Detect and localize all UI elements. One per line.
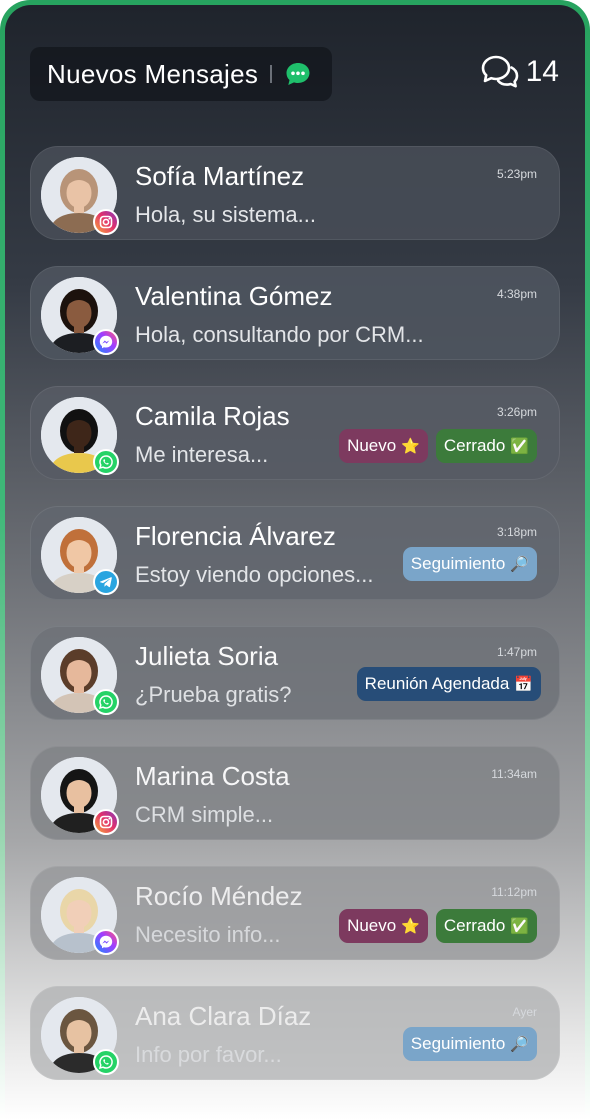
header-divider (270, 65, 273, 83)
conversation-tags: Seguimiento 🔎 (402, 547, 537, 581)
tag-emoji: ✅ (510, 437, 529, 455)
conversation-card[interactable]: Julieta Soria ¿Prueba gratis? 1:47pm Reu… (30, 626, 560, 720)
contact-avatar[interactable] (41, 277, 119, 355)
message-time: 3:18pm (496, 525, 537, 539)
tag-label: Reunión Agendada (364, 674, 510, 693)
tag-label: Seguimiento (410, 554, 506, 573)
contact-avatar[interactable] (41, 517, 119, 595)
conversation-card[interactable]: Sofía Martínez Hola, su sistema... 5:23p… (30, 146, 560, 240)
conversation-tags: Reunión Agendada 📅 (356, 667, 541, 701)
tag-reunion[interactable]: Reunión Agendada 📅 (356, 667, 541, 701)
tag-label: Nuevo (347, 436, 397, 455)
contact-avatar[interactable] (41, 157, 119, 235)
tag-label: Nuevo (347, 916, 397, 935)
contact-avatar[interactable] (41, 637, 119, 715)
contact-name: Florencia Álvarez (135, 521, 336, 551)
messenger-icon (93, 929, 119, 955)
message-counter[interactable]: 14 (480, 53, 559, 91)
contact-avatar[interactable] (41, 877, 119, 955)
instagram-icon (93, 809, 119, 835)
tag-emoji: ⭐ (401, 437, 420, 455)
message-time: 1:47pm (496, 645, 537, 659)
tag-emoji: ⭐ (401, 917, 420, 935)
contact-avatar[interactable] (41, 997, 119, 1075)
message-preview: Estoy viendo opciones... (135, 562, 374, 587)
message-preview: Necesito info... (135, 922, 281, 947)
message-time: 4:38pm (496, 287, 537, 301)
conversation-card[interactable]: Valentina Gómez Hola, consultando por CR… (30, 266, 560, 360)
tag-nuevo[interactable]: Nuevo ⭐ (339, 429, 428, 463)
inbox-screen: Nuevos Mensajes 14 Sofía Martínez Hola, … (5, 5, 585, 1120)
whatsapp-icon (93, 1049, 119, 1075)
contact-name: Sofía Martínez (135, 161, 305, 191)
message-preview: CRM simple... (135, 802, 274, 827)
unread-count: 14 (525, 55, 559, 88)
conversation-card[interactable]: Rocío Méndez Necesito info... 11:12pm Nu… (30, 866, 560, 960)
contact-name: Ana Clara Díaz (135, 1001, 312, 1031)
conversation-tags: Nuevo ⭐ Cerrado ✅ (339, 909, 537, 943)
message-preview: Hola, su sistema... (135, 202, 316, 227)
conversation-tags: Seguimiento 🔎 (402, 1027, 537, 1061)
tag-label: Seguimiento (410, 1034, 506, 1053)
contact-avatar[interactable] (41, 757, 119, 835)
tag-emoji: 📅 (514, 675, 533, 693)
inbox-header: Nuevos Mensajes (30, 47, 332, 101)
tag-cerrado[interactable]: Cerrado ✅ (435, 909, 537, 943)
message-time: 11:34am (491, 767, 537, 781)
contact-name: Camila Rojas (135, 401, 290, 431)
tag-seguimiento[interactable]: Seguimiento 🔎 (402, 1027, 537, 1061)
messenger-icon (93, 329, 119, 355)
tag-cerrado[interactable]: Cerrado ✅ (435, 429, 537, 463)
conversation-card[interactable]: Ana Clara Díaz Info por favor... Ayer Se… (30, 986, 560, 1080)
message-time: Ayer (512, 1005, 537, 1019)
message-time: 11:12pm (491, 885, 537, 899)
conversation-card[interactable]: Camila Rojas Me interesa... 3:26pm Nuevo… (30, 386, 560, 480)
contact-name: Julieta Soria (135, 641, 279, 671)
chat-bubble-icon (284, 60, 312, 88)
whatsapp-icon (93, 689, 119, 715)
app-frame: Nuevos Mensajes 14 Sofía Martínez Hola, … (0, 0, 590, 1120)
tag-label: Cerrado (443, 916, 506, 935)
conversation-card[interactable]: Marina Costa CRM simple... 11:34am (30, 746, 560, 840)
telegram-icon (93, 569, 119, 595)
tag-seguimiento[interactable]: Seguimiento 🔎 (402, 547, 537, 581)
message-time: 3:26pm (496, 405, 537, 419)
conversation-card[interactable]: Florencia Álvarez Estoy viendo opciones.… (30, 506, 560, 600)
message-preview: Info por favor... (135, 1042, 282, 1067)
instagram-icon (93, 209, 119, 235)
contact-name: Rocío Méndez (135, 881, 303, 911)
contact-name: Marina Costa (135, 761, 290, 791)
conversation-tags: Nuevo ⭐ Cerrado ✅ (339, 429, 537, 463)
contact-name: Valentina Gómez (135, 281, 333, 311)
whatsapp-icon (93, 449, 119, 475)
chats-icon (480, 53, 520, 91)
tag-emoji: 🔎 (510, 1035, 529, 1053)
message-preview: ¿Prueba gratis? (135, 682, 292, 707)
tag-nuevo[interactable]: Nuevo ⭐ (339, 909, 428, 943)
message-preview: Me interesa... (135, 442, 269, 467)
message-preview: Hola, consultando por CRM... (135, 322, 424, 347)
tag-label: Cerrado (443, 436, 506, 455)
contact-avatar[interactable] (41, 397, 119, 475)
tag-emoji: ✅ (510, 917, 529, 935)
tag-emoji: 🔎 (510, 555, 529, 573)
message-time: 5:23pm (496, 167, 537, 181)
page-title: Nuevos Mensajes (47, 58, 259, 89)
